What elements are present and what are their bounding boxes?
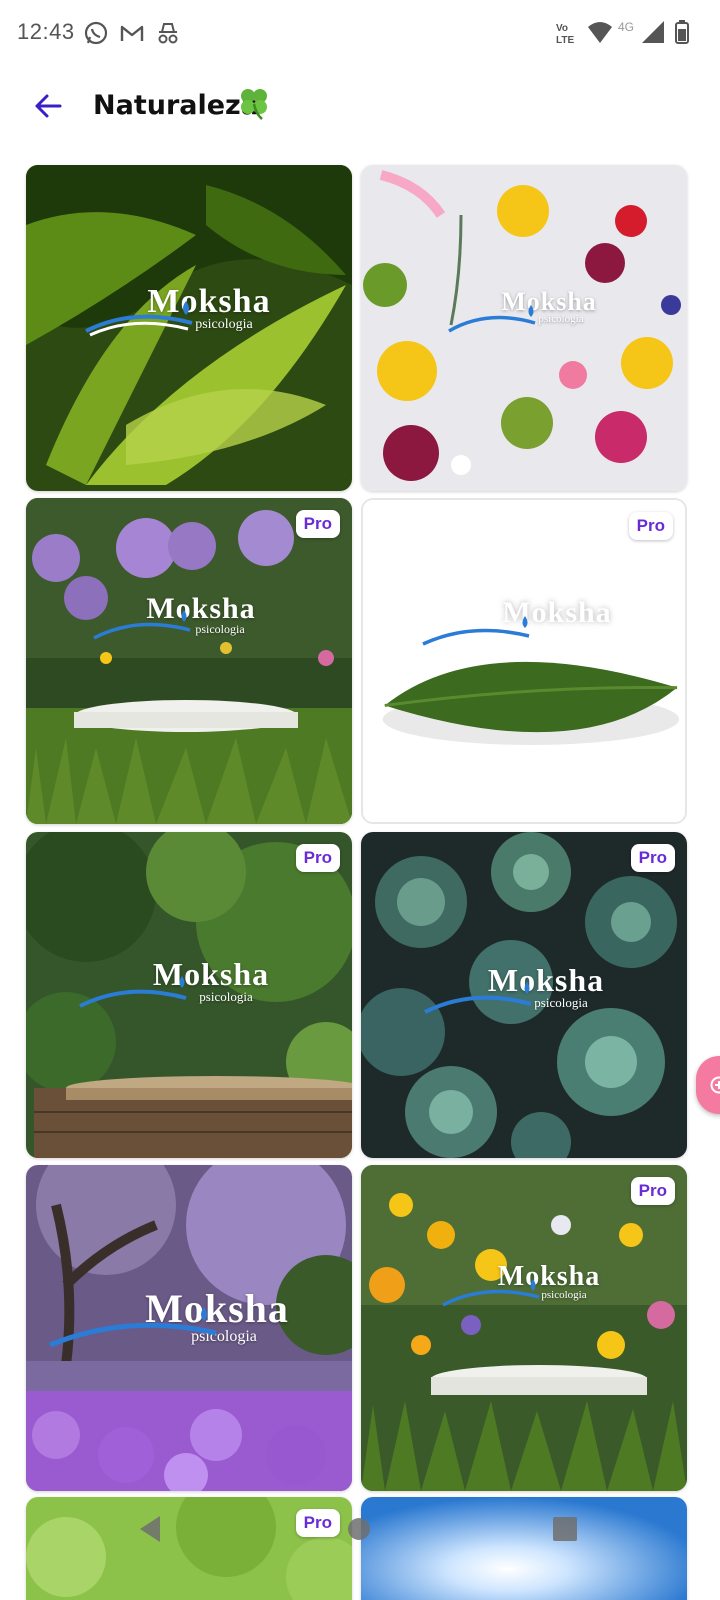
signal-icon — [642, 21, 664, 43]
status-bar: 12:43 Vo LTE 4G — [0, 0, 720, 66]
nav-recents-icon[interactable] — [552, 1516, 578, 1542]
volte-icon: Vo LTE — [556, 23, 574, 46]
svg-text:Vo: Vo — [556, 23, 568, 34]
pro-badge: Pro — [295, 844, 340, 872]
logo-swoosh — [424, 982, 532, 1014]
logo-swoosh — [422, 616, 530, 646]
pro-badge: Pro — [630, 1177, 675, 1205]
logo-swoosh — [85, 301, 193, 337]
logo-swoosh — [49, 1307, 217, 1348]
moksha-logo: Moksha psicologia — [361, 962, 687, 1014]
whatsapp-icon — [84, 21, 108, 45]
tile-jacaranda-park[interactable]: Moksha psicologia — [26, 1165, 352, 1491]
tile-single-leaf[interactable]: Pro Moksha — [361, 498, 687, 824]
moksha-logo: Moksha psicologia — [26, 956, 352, 1008]
moksha-logo: Moksha psicologia — [26, 1285, 352, 1348]
pro-badge: Pro — [628, 512, 673, 540]
app-header: Naturaleza — [0, 72, 720, 144]
allium-garden-image — [26, 498, 352, 824]
pro-badge: Pro — [630, 844, 675, 872]
tile-succulents[interactable]: Pro Moksha psicologia — [361, 832, 687, 1158]
clover-icon — [241, 89, 267, 120]
sunny-sky-image — [361, 1497, 687, 1600]
logo-word: Moksha — [152, 956, 270, 992]
tile-sunny-sky[interactable] — [361, 1497, 687, 1600]
moksha-logo: Moksha psicologia — [361, 1261, 687, 1307]
pro-badge: Pro — [295, 1509, 340, 1537]
arrow-left-icon — [35, 94, 62, 118]
back-button[interactable] — [26, 84, 70, 128]
logo-swoosh — [442, 1279, 540, 1307]
status-time: 12:43 — [17, 19, 75, 44]
logo-swoosh — [79, 976, 187, 1008]
moksha-logo: Moksha — [363, 596, 685, 646]
tile-tropical-leaves[interactable]: Moksha psicologia — [26, 165, 352, 491]
tile-tree-stump-jungle[interactable]: Pro Moksha psicologia — [26, 832, 352, 1158]
logo-swoosh — [93, 610, 191, 640]
nav-back-icon[interactable] — [136, 1514, 164, 1544]
logo-swoosh — [448, 305, 536, 333]
svg-text:LTE: LTE — [556, 35, 574, 46]
tile-green-bokeh[interactable]: Pro — [26, 1497, 352, 1600]
moksha-logo: Moksha psicologia — [26, 592, 352, 640]
page-title: Naturaleza — [93, 90, 259, 121]
moksha-logo: Moksha psicologia — [361, 287, 687, 333]
tile-wildflower-meadow[interactable]: Pro Moksha psicologia — [361, 1165, 687, 1491]
incognito-icon — [158, 23, 178, 44]
wifi-icon — [588, 22, 612, 43]
tile-allium-garden[interactable]: Pro Moksha psicologia — [26, 498, 352, 824]
add-icon — [710, 1076, 720, 1094]
wildflower-meadow-image — [361, 1165, 687, 1491]
battery-icon — [675, 20, 689, 44]
tile-flat-flowers[interactable]: Moksha psicologia — [361, 165, 687, 491]
moksha-logo: Moksha psicologia — [26, 283, 352, 337]
network-type: 4G — [618, 20, 635, 34]
gmail-icon — [120, 25, 144, 41]
pro-badge: Pro — [295, 510, 340, 538]
nav-home-icon[interactable] — [346, 1516, 372, 1542]
floating-add-button[interactable] — [696, 1056, 720, 1114]
single-leaf-image — [363, 500, 685, 822]
